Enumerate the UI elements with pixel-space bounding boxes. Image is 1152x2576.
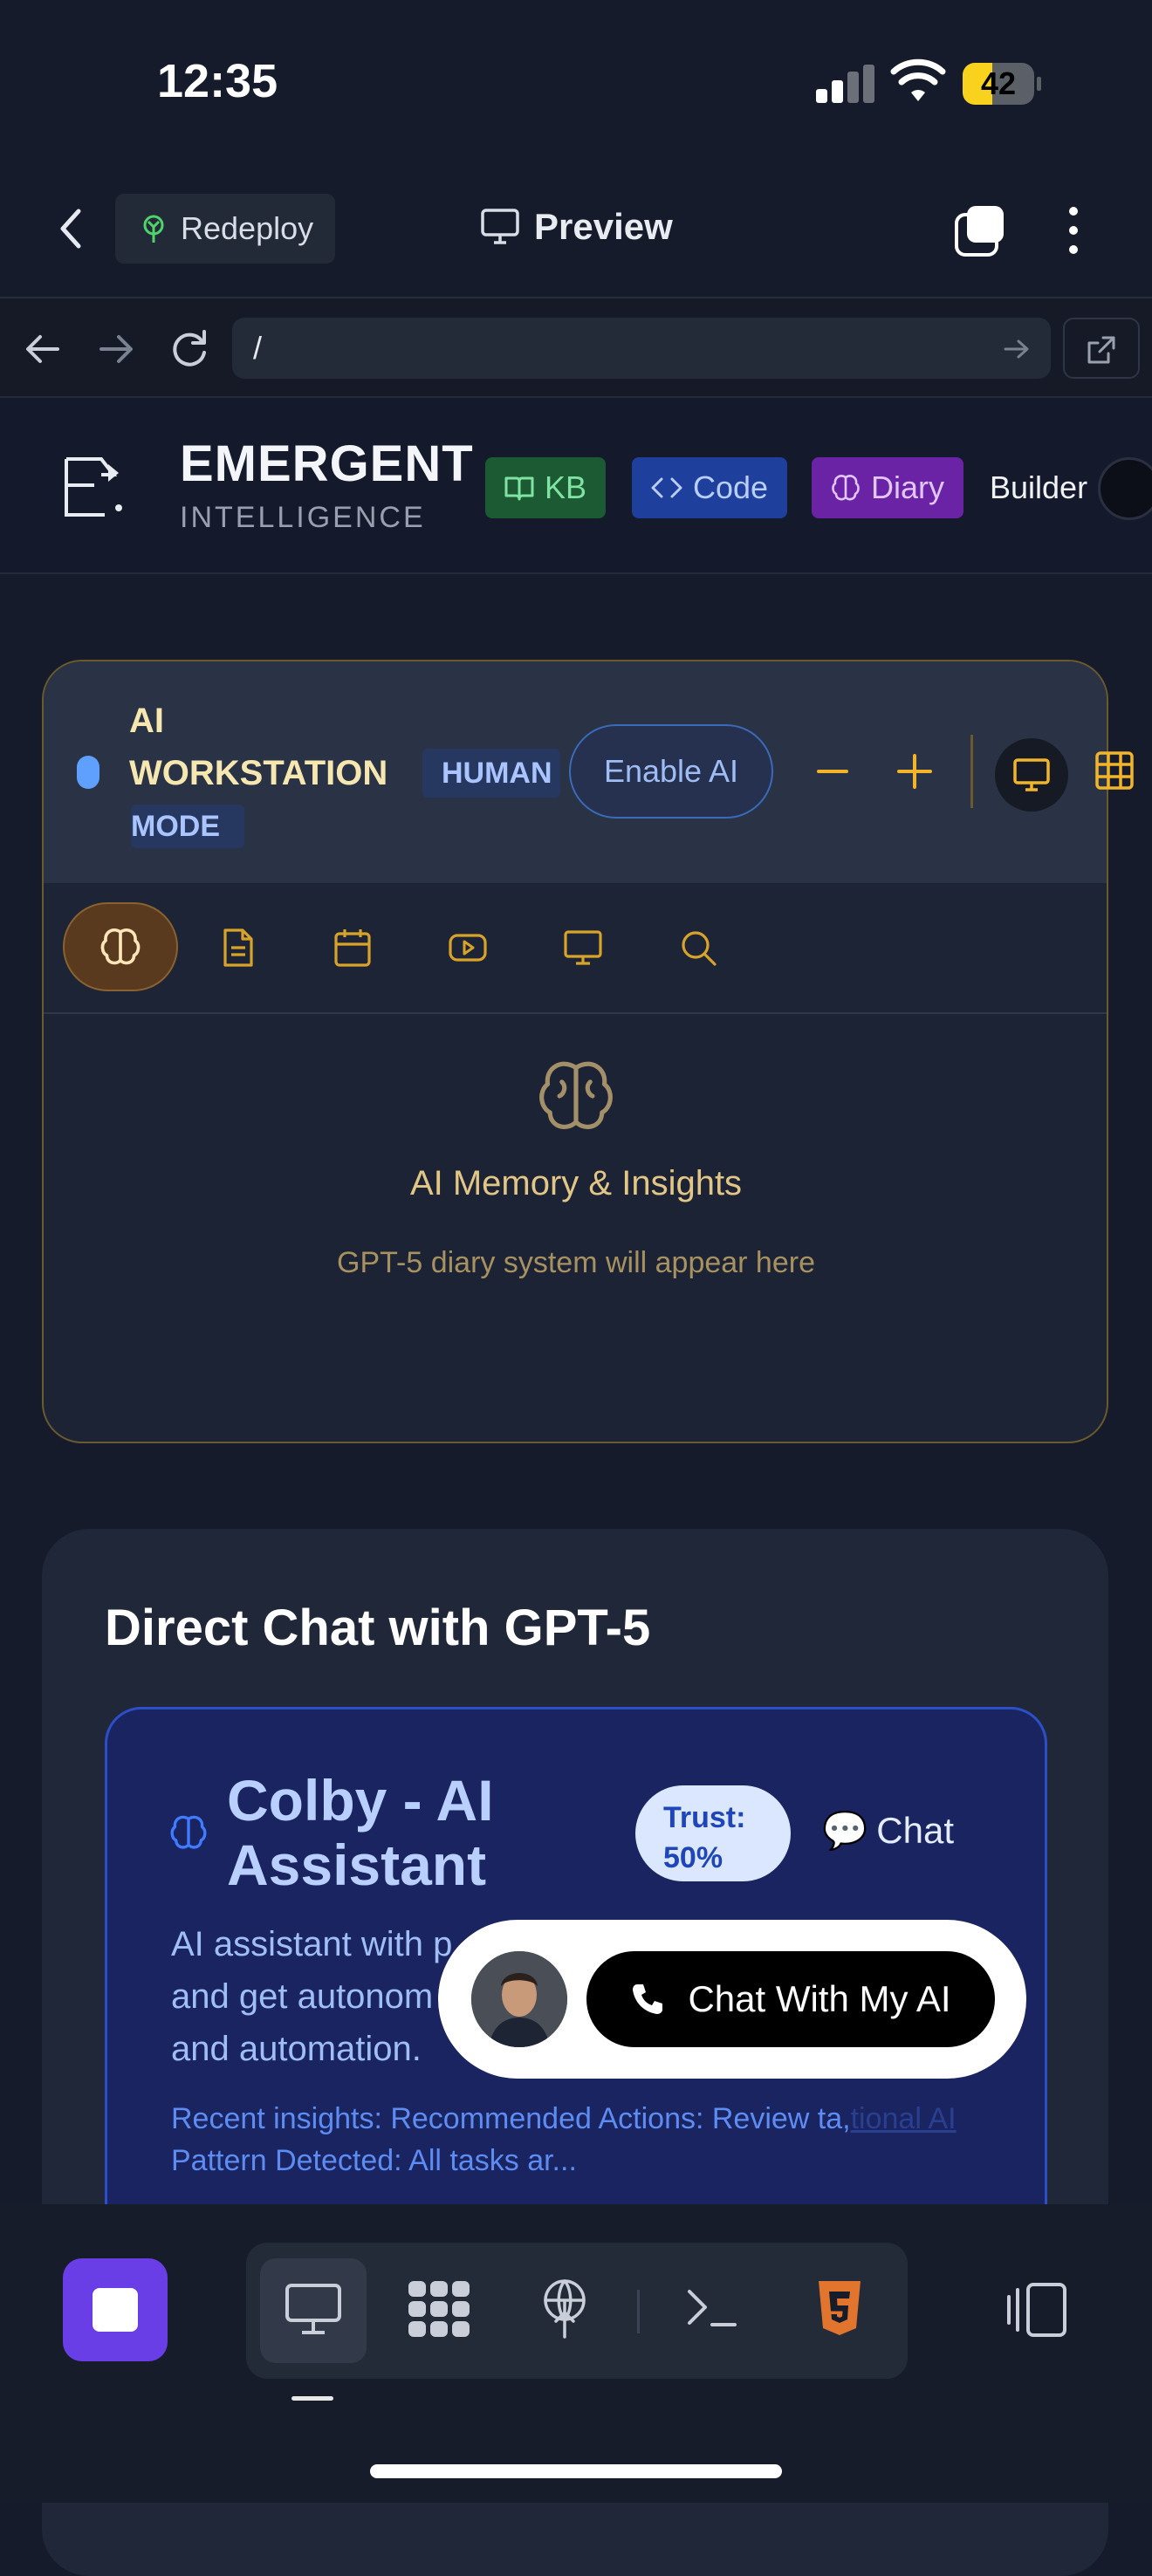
home-indicator	[370, 2464, 782, 2478]
insights-line-1-tail: tional AI	[850, 2102, 957, 2135]
speech-bubble-icon: 💬	[822, 1810, 868, 1851]
brain-icon	[169, 1813, 208, 1852]
tabs-icon[interactable]	[953, 202, 1009, 258]
assistant-name: Colby - AI Assistant	[227, 1768, 494, 1897]
monitor-icon[interactable]	[562, 927, 604, 969]
back-icon[interactable]	[52, 202, 87, 255]
go-arrow-icon[interactable]	[1004, 339, 1030, 360]
stop-icon	[93, 2288, 138, 2332]
nav-kb-button[interactable]: KB	[485, 457, 607, 518]
url-field[interactable]: /	[232, 318, 1051, 379]
browser-forward-icon[interactable]	[96, 332, 136, 367]
chat-with-my-ai-button[interactable]: Chat With My AI	[586, 1951, 995, 2047]
logo-icon	[61, 454, 127, 520]
battery-icon: 42	[963, 63, 1041, 105]
user-avatar[interactable]	[1098, 457, 1152, 520]
nav-builder-link[interactable]: Builder	[990, 469, 1087, 506]
brain-icon	[832, 475, 860, 501]
browser-back-icon[interactable]	[23, 332, 63, 367]
brain-icon	[100, 928, 141, 965]
stop-button[interactable]	[63, 2258, 168, 2361]
monitor-icon	[481, 209, 519, 244]
redeploy-button[interactable]: Redeploy	[115, 194, 335, 264]
desktop-view-button[interactable]	[995, 738, 1068, 812]
assistant-avatar[interactable]	[471, 1951, 567, 2047]
terminal-icon[interactable]	[686, 2286, 738, 2330]
nav-diary-label: Diary	[871, 469, 945, 505]
redeploy-label: Redeploy	[181, 210, 314, 246]
nav-kb-label: KB	[545, 469, 587, 505]
code-icon	[651, 477, 682, 498]
grid-view-icon[interactable]	[1094, 750, 1135, 791]
active-tab-indicator	[291, 2396, 333, 2401]
phone-icon	[633, 1984, 663, 2014]
calendar-icon[interactable]	[332, 927, 374, 969]
insights-line-1: Recent insights: Recommended Actions: Re…	[171, 2102, 851, 2135]
recent-insights: Recent insights: Recommended Actions: Re…	[171, 2098, 1009, 2182]
trust-badge: Trust: 50%	[635, 1785, 791, 1881]
status-indicator	[77, 756, 99, 789]
switcher-divider	[637, 2290, 640, 2333]
chat-heading: Direct Chat with GPT-5	[105, 1600, 651, 1656]
preview-title: Preview	[480, 206, 673, 248]
document-icon[interactable]	[216, 927, 258, 969]
apps-grid-icon[interactable]	[407, 2279, 471, 2339]
video-icon[interactable]	[447, 927, 489, 969]
tool-memory-button[interactable]	[63, 902, 178, 991]
zoom-out-icon[interactable]	[815, 754, 850, 789]
workstation-title: AI WORKSTATION	[129, 702, 388, 792]
deploy-icon[interactable]	[538, 2278, 592, 2339]
nav-code-label: Code	[693, 469, 769, 505]
trust-value: 50%	[663, 1841, 723, 1874]
chat-button-label: Chat	[876, 1810, 955, 1851]
enable-ai-button[interactable]: Enable AI	[569, 724, 773, 819]
monitor-icon	[285, 2284, 341, 2334]
reload-icon[interactable]	[168, 326, 211, 370]
toolbar-divider	[970, 735, 973, 808]
zoom-in-icon[interactable]	[895, 752, 934, 791]
panel-subtitle: GPT-5 diary system will appear here	[337, 1246, 815, 1279]
mode-badge-secondary: MODE	[131, 810, 220, 843]
redeploy-icon	[143, 215, 164, 243]
external-link-icon	[1087, 336, 1115, 364]
brand-subtitle: INTELLIGENCE	[180, 501, 426, 534]
cellular-signal-icon	[816, 65, 875, 103]
html5-icon[interactable]	[815, 2279, 864, 2337]
battery-level: 42	[980, 65, 1017, 101]
memory-brain-icon	[536, 1056, 616, 1136]
trust-label: Trust:	[663, 1801, 746, 1834]
brand-title: EMERGENT	[180, 435, 474, 492]
preview-label: Preview	[534, 206, 673, 247]
monitor-icon	[1013, 758, 1050, 791]
search-icon[interactable]	[677, 927, 719, 969]
insights-line-2: Pattern Detected: All tasks ar...	[171, 2144, 577, 2177]
chat-with-my-ai-label: Chat With My AI	[688, 1978, 951, 2019]
nav-diary-button[interactable]: Diary	[812, 457, 964, 518]
wifi-icon	[890, 58, 946, 103]
chat-button[interactable]: 💬 Chat	[822, 1810, 954, 1853]
book-icon	[504, 476, 534, 501]
panel-title: AI Memory & Insights	[409, 1164, 743, 1202]
url-value: /	[253, 330, 263, 366]
nav-code-button[interactable]: Code	[632, 457, 788, 518]
split-view-icon[interactable]	[1005, 2281, 1068, 2339]
status-time: 12:35	[157, 55, 278, 107]
mode-badge-primary: HUMAN	[442, 757, 552, 790]
open-external-button[interactable]	[1063, 318, 1140, 379]
more-options-icon[interactable]	[1060, 202, 1087, 258]
